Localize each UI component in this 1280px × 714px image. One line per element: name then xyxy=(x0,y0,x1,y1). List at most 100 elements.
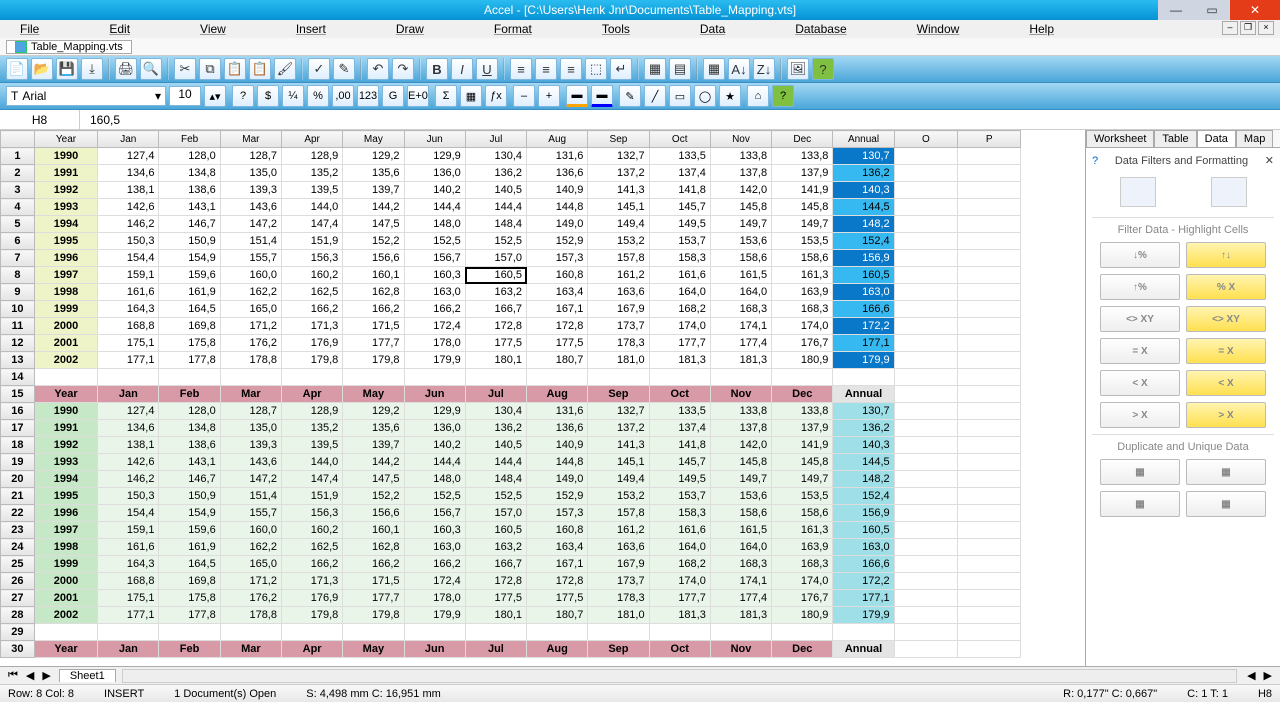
cell[interactable]: 159,6 xyxy=(159,267,220,284)
menu-draw[interactable]: Draw xyxy=(396,22,424,36)
cell[interactable]: 161,3 xyxy=(772,267,833,284)
cell[interactable]: 177,5 xyxy=(527,335,588,352)
menu-view[interactable]: View xyxy=(200,22,226,36)
cell[interactable]: 163,6 xyxy=(588,284,649,301)
cell[interactable]: 152,2 xyxy=(343,233,404,250)
cell[interactable]: 159,1 xyxy=(98,267,159,284)
cell[interactable]: 145,8 xyxy=(710,199,771,216)
menu-format[interactable]: Format xyxy=(494,22,532,36)
cell[interactable]: 144,2 xyxy=(343,454,404,471)
cell[interactable]: 161,6 xyxy=(98,539,159,556)
cell[interactable]: 143,1 xyxy=(159,199,220,216)
hl-updown-button[interactable]: ↑↓ xyxy=(1186,242,1266,268)
table-icon[interactable]: ▦ xyxy=(703,58,725,80)
cell[interactable]: 134,8 xyxy=(159,420,220,437)
panel-tab-worksheet[interactable]: Worksheet xyxy=(1086,130,1154,147)
formula-input[interactable]: 160,5 xyxy=(80,110,1280,129)
cell[interactable]: 145,1 xyxy=(588,199,649,216)
merge-icon[interactable]: ⬚ xyxy=(585,58,607,80)
cell[interactable]: 140,2 xyxy=(404,182,465,199)
paste-special-icon[interactable]: 📋 xyxy=(249,58,271,80)
document-tab-active[interactable]: Table_Mapping.vts xyxy=(6,40,132,54)
cell[interactable]: 163,9 xyxy=(772,284,833,301)
cell[interactable]: 158,6 xyxy=(710,505,771,522)
panel-tab-data[interactable]: Data xyxy=(1197,130,1236,147)
dup-1-button[interactable]: ▦ xyxy=(1100,459,1180,485)
cell[interactable]: 149,0 xyxy=(527,216,588,233)
cell[interactable]: 179,8 xyxy=(343,352,404,369)
cell[interactable]: 127,4 xyxy=(98,148,159,165)
cell[interactable]: 133,8 xyxy=(772,148,833,165)
bold-icon[interactable]: B xyxy=(426,58,448,80)
filter-down-pct-button[interactable]: ↓% xyxy=(1100,242,1180,268)
cell[interactable]: 153,7 xyxy=(649,233,710,250)
col-header[interactable]: May xyxy=(343,131,404,148)
copy-icon[interactable]: ⧉ xyxy=(199,58,221,80)
panel-tab-map[interactable]: Map xyxy=(1236,130,1273,147)
cell[interactable]: 181,3 xyxy=(649,352,710,369)
menu-data[interactable]: Data xyxy=(700,22,725,36)
cell[interactable]: 152,9 xyxy=(527,233,588,250)
cell[interactable]: 164,0 xyxy=(710,284,771,301)
cell[interactable]: 168,2 xyxy=(649,301,710,318)
spreadsheet-grid[interactable]: YearJanFebMarAprMayJunJulAugSepOctNovDec… xyxy=(0,130,1085,666)
sheet-scroll-right-icon[interactable]: ▶ xyxy=(1260,669,1276,682)
cell[interactable]: 156,3 xyxy=(281,250,342,267)
close-button[interactable]: ✕ xyxy=(1230,0,1280,20)
cell[interactable]: 149,7 xyxy=(710,216,771,233)
hl-xy-button[interactable]: <> XY xyxy=(1186,306,1266,332)
percent-icon[interactable]: % xyxy=(307,85,329,107)
cell[interactable]: 139,7 xyxy=(343,182,404,199)
cell[interactable]: 171,5 xyxy=(343,573,404,590)
cell[interactable]: 158,6 xyxy=(710,250,771,267)
cell[interactable]: 181,3 xyxy=(710,352,771,369)
cell[interactable]: 148,0 xyxy=(404,216,465,233)
cell[interactable]: 135,2 xyxy=(281,165,342,182)
cell[interactable]: 177,5 xyxy=(465,590,526,607)
spinner-icon[interactable]: ▴▾ xyxy=(204,85,226,107)
cell[interactable]: 168,3 xyxy=(772,556,833,573)
cell[interactable]: 161,3 xyxy=(772,522,833,539)
cell[interactable]: 149,5 xyxy=(649,471,710,488)
cell[interactable]: 146,7 xyxy=(159,216,220,233)
cell[interactable]: 178,0 xyxy=(404,335,465,352)
cell[interactable]: 153,7 xyxy=(649,488,710,505)
cell[interactable]: 153,5 xyxy=(772,233,833,250)
menu-insert[interactable]: Insert xyxy=(296,22,326,36)
align-right-icon[interactable]: ≡ xyxy=(560,58,582,80)
cell[interactable]: 166,7 xyxy=(465,301,526,318)
col-header[interactable]: Feb xyxy=(159,131,220,148)
cell[interactable]: 149,7 xyxy=(772,471,833,488)
cell[interactable]: 139,3 xyxy=(220,437,281,454)
cell[interactable]: 163,9 xyxy=(772,539,833,556)
panel-tab-table[interactable]: Table xyxy=(1154,130,1196,147)
cell[interactable]: 128,7 xyxy=(220,403,281,420)
cell[interactable]: 180,1 xyxy=(465,607,526,624)
col-header[interactable]: Dec xyxy=(772,131,833,148)
cell[interactable]: 154,4 xyxy=(98,250,159,267)
cell[interactable]: 159,1 xyxy=(98,522,159,539)
cell[interactable]: 151,9 xyxy=(281,488,342,505)
cell[interactable]: 174,0 xyxy=(772,573,833,590)
cell[interactable]: 163,4 xyxy=(527,539,588,556)
cell[interactable]: 128,0 xyxy=(159,148,220,165)
circle-icon[interactable]: ◯ xyxy=(694,85,716,107)
cell[interactable]: 137,2 xyxy=(588,420,649,437)
cell[interactable]: 163,4 xyxy=(527,284,588,301)
cell[interactable]: 129,2 xyxy=(343,148,404,165)
hl-eq-button[interactable]: = X xyxy=(1186,338,1266,364)
minimize-button[interactable]: — xyxy=(1158,0,1194,20)
cell[interactable]: 136,6 xyxy=(527,165,588,182)
cell[interactable]: 138,6 xyxy=(159,437,220,454)
cell[interactable]: 144,4 xyxy=(465,199,526,216)
cell[interactable]: 137,9 xyxy=(772,420,833,437)
cell[interactable]: 163,2 xyxy=(465,539,526,556)
general-icon[interactable]: G xyxy=(382,85,404,107)
cell[interactable]: 142,0 xyxy=(710,437,771,454)
cell[interactable]: 140,5 xyxy=(465,437,526,454)
cell[interactable]: 153,6 xyxy=(710,488,771,505)
cell[interactable]: 147,5 xyxy=(343,471,404,488)
cell[interactable]: 176,2 xyxy=(220,335,281,352)
cell[interactable]: 160,1 xyxy=(343,267,404,284)
cell[interactable]: 160,2 xyxy=(281,522,342,539)
